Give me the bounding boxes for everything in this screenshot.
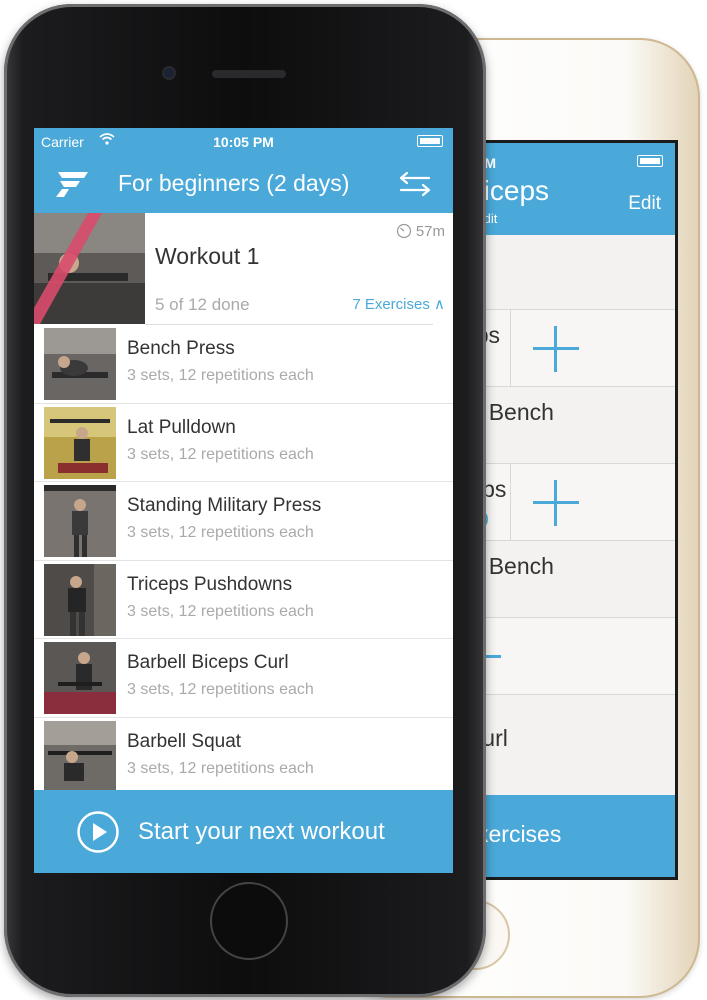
home-button: [210, 882, 288, 960]
exercises-toggle[interactable]: 7 Exercises ∧: [352, 295, 445, 313]
exercise-description: 3 sets, 12 repetitions each: [127, 681, 314, 698]
navbar: For beginners (2 days): [34, 156, 453, 213]
status-bar: Carrier 10:05 PM: [34, 128, 453, 156]
workout-card[interactable]: Workout 1 57m 5 of 12 done 7 Exercises ∧: [34, 213, 453, 325]
camera-icon: [162, 66, 176, 80]
exercise-name: Barbell Biceps Curl: [127, 652, 289, 673]
workout-image: [34, 213, 145, 324]
edit-button[interactable]: Edit: [628, 193, 661, 215]
exercise-thumbnail: [44, 720, 116, 793]
exercise-name: Standing Military Press: [127, 495, 322, 516]
list-item[interactable]: Barbell Squat 3 sets, 12 repetitions eac…: [34, 717, 453, 796]
speaker-grille: [212, 70, 286, 78]
exercise-description: 3 sets, 12 repetitions each: [127, 602, 314, 620]
workout-title: Workout 1: [155, 243, 260, 269]
list-item[interactable]: Standing Military Press 3 sets, 12 repet…: [34, 482, 453, 561]
plus-icon[interactable]: [533, 480, 579, 526]
list-item[interactable]: Bench Press 3 sets, 12 repetitions each: [34, 325, 453, 404]
app-screen: Carrier 10:05 PM For beginners (2 days): [34, 128, 453, 873]
page-title[interactable]: For beginners (2 days): [118, 170, 349, 197]
workout-duration: 57m: [396, 223, 445, 240]
battery-icon: [417, 135, 443, 147]
exercise-thumbnail: [44, 563, 116, 636]
exercise-name: Bench Press: [127, 338, 235, 359]
plus-icon[interactable]: [533, 326, 579, 372]
fitness-logo-icon[interactable]: [54, 168, 90, 198]
exercise-thumbnail: [44, 406, 116, 479]
start-workout-button[interactable]: Start your next workout: [34, 790, 453, 873]
list-item[interactable]: Triceps Pushdowns 3 sets, 12 repetitions…: [34, 560, 453, 639]
exercise-list: Bench Press 3 sets, 12 repetitions each …: [34, 325, 453, 796]
workout-progress: 5 of 12 done: [155, 295, 250, 314]
status-time: 10:05 PM: [213, 134, 274, 150]
battery-icon: [637, 155, 663, 167]
exercise-description: 3 sets, 12 repetitions each: [127, 445, 314, 463]
play-circle-icon: [77, 811, 119, 853]
duration-value: 57m: [415, 223, 445, 240]
swap-arrows-icon[interactable]: [395, 170, 435, 198]
exercise-thumbnail: [44, 485, 116, 557]
exercise-thumbnail: [44, 328, 116, 400]
exercise-description: 3 sets, 12 repetitions each: [127, 367, 314, 384]
exercise-name: Lat Pulldown: [127, 416, 236, 438]
list-item[interactable]: Lat Pulldown 3 sets, 12 repetitions each: [34, 403, 453, 482]
start-workout-label: Start your next workout: [138, 818, 385, 845]
exercise-thumbnail: [44, 642, 116, 714]
exercise-description: 3 sets, 12 repetitions each: [127, 759, 314, 777]
back-bottom-label: xercises: [477, 821, 562, 847]
exercise-description: 3 sets, 12 repetitions each: [127, 524, 314, 541]
exercise-name: Triceps Pushdowns: [127, 573, 293, 595]
exercise-name: Barbell Squat: [127, 730, 242, 752]
list-item[interactable]: Barbell Biceps Curl 3 sets, 12 repetitio…: [34, 639, 453, 718]
timer-icon: [396, 223, 411, 239]
